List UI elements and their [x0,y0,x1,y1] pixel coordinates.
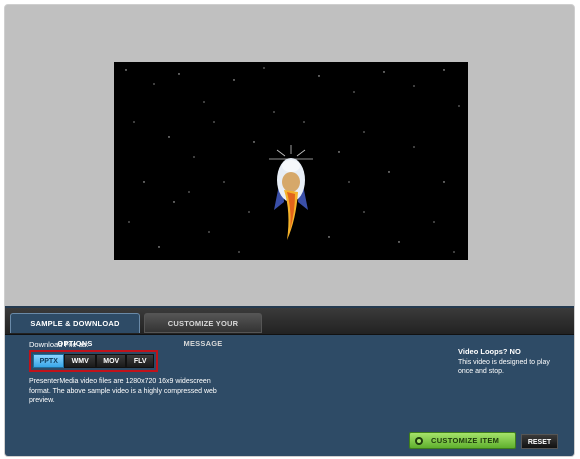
format-wmv-button[interactable]: WMV [64,354,96,368]
format-mov-button[interactable]: MOV [95,354,127,368]
tab-sample-download[interactable]: SAMPLE & DOWNLOAD OPTIONS [10,313,140,348]
options-panel: SAMPLE & DOWNLOAD OPTIONS CUSTOMIZE YOUR… [5,306,574,456]
video-loops-note: This video is designed to play once and … [458,359,550,375]
customize-item-label: CUSTOMIZE ITEM [431,436,500,445]
format-flv-button[interactable]: FLV [126,354,155,368]
customize-icon [415,436,423,445]
video-loops-title: Video Loops? NO [458,347,558,356]
customize-item-button[interactable]: CUSTOMIZE ITEM [409,432,516,449]
tab-bar: SAMPLE & DOWNLOAD OPTIONS CUSTOMIZE YOUR… [5,308,574,348]
format-description: PresenterMedia video files are 1280x720 … [29,378,217,404]
rocket-icon [125,67,460,253]
video-loops-label: Video Loops? [458,347,510,356]
format-selector: PPTX WMV MOV FLV [29,350,158,372]
reset-button[interactable]: RESET [521,434,558,449]
product-frame: SAMPLE & DOWNLOAD OPTIONS CUSTOMIZE YOUR… [4,4,575,457]
video-loops-value: NO [509,347,521,356]
tab-customize-message[interactable]: CUSTOMIZE YOUR MESSAGE [144,313,262,348]
format-pptx-button[interactable]: PPTX [33,354,65,368]
download-label: Download File as: [29,340,89,349]
video-preview[interactable] [114,62,468,260]
preview-area [5,5,574,306]
video-loops-info: Video Loops? NO This video is designed t… [458,347,558,376]
